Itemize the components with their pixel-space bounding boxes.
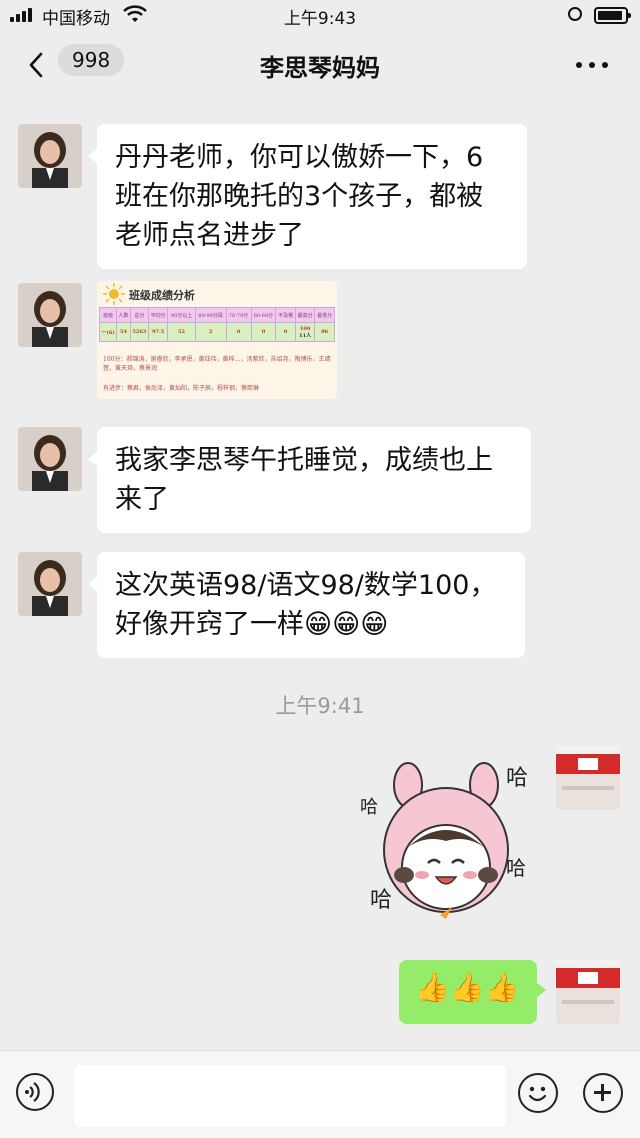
battery-icon (594, 7, 631, 24)
message-bubble[interactable]: 我家李思琴午托睡觉，成绩也上来了 (88, 427, 531, 533)
table-header: 70-79分 (225, 307, 252, 323)
sticker-text: 哈 (506, 766, 528, 791)
table-header: 不及格 (275, 307, 296, 323)
grade-table: 班级 人数 总分 平均分 90分以上 80-90分段 70-79分 60-69分… (98, 307, 335, 342)
avatar[interactable] (18, 124, 82, 188)
own-avatar[interactable] (556, 746, 620, 810)
table-header: 90分以上 (167, 307, 196, 323)
table-header: 60-69分 (250, 307, 277, 323)
reply-bubble[interactable]: 👍👍👍 (399, 960, 546, 1024)
table-cell: 5263 (129, 322, 149, 342)
full-score-list: 100分：郝锦涛，谢睿欣，李承恩，黄钰伟，黄梓…，汤紫欣，苏绍尧，陶博乐，王靖萱… (103, 356, 331, 372)
avatar[interactable] (18, 283, 82, 347)
status-bar: 中国移动 上午9:43 (0, 0, 640, 30)
emoji-button[interactable] (518, 1073, 558, 1113)
row-note: 11人 (299, 332, 312, 339)
table-cell: 0 (275, 322, 296, 342)
input-bar (0, 1050, 640, 1138)
sticker-text: 哈 (506, 856, 526, 880)
sticker-text: 哈 (370, 888, 392, 913)
table-header: 80-90分段 (194, 307, 227, 323)
sun-icon (103, 283, 125, 305)
max-score: 100 (299, 325, 311, 332)
table-header: 平均分 (147, 307, 169, 323)
table-cell: 一(6) (98, 322, 118, 342)
grade-report-image[interactable]: 班级成绩分析 班级 人数 总分 平均分 90分以上 80-90分段 70-79分… (97, 281, 337, 399)
table-cell: 0 (250, 322, 277, 342)
table-cell: 0 (225, 322, 252, 342)
message-bubble[interactable]: 丹丹老师，你可以傲娇一下，6班在你那晚托的3个孩子，都被老师点名进步了 (88, 124, 527, 269)
table-header: 最低分 (314, 307, 335, 323)
table-cell: 52 (167, 322, 196, 342)
own-avatar[interactable] (556, 960, 620, 1024)
sticker-text: 哈 (360, 797, 378, 818)
avatar[interactable] (18, 552, 82, 616)
table-cell: 97.5 (147, 322, 169, 342)
message-input[interactable] (74, 1065, 506, 1127)
rotation-lock-icon (568, 7, 582, 21)
table-cell: 2 (194, 322, 227, 342)
status-time: 上午9:43 (283, 9, 357, 29)
voice-icon (25, 1082, 40, 1102)
message-text: 丹丹老师，你可以傲娇一下，6班在你那晚托的3个孩子，都被老师点名进步了 (115, 142, 484, 251)
message-text: 我家李思琴午托睡觉，成绩也上来了 (115, 445, 493, 515)
table-header: 最高分 (294, 307, 316, 323)
message-timestamp: 上午9:41 (275, 694, 365, 718)
improved-list: 有进步：蔡君，侯尚泽，黄灿阳，陈子辰，程梓钢，蔡熙琳 (103, 385, 260, 392)
voice-input-button[interactable] (16, 1073, 54, 1111)
laughing-sticker[interactable]: 哈 哈 哈 哈 (356, 755, 536, 935)
table-cell: 86 (314, 322, 335, 342)
thumbs-up-icon: 👍👍👍 (415, 971, 520, 1004)
chat-header: 998 李思琴妈妈 (0, 30, 640, 100)
table-header: 人数 (116, 307, 131, 323)
table-header: 总分 (129, 307, 149, 323)
table-cell: 100 11人 (294, 322, 316, 342)
table-header: 班级 (98, 307, 118, 323)
more-options-button[interactable] (572, 52, 612, 76)
table-cell: 54 (116, 322, 131, 342)
avatar[interactable] (18, 427, 82, 491)
more-functions-button[interactable] (583, 1073, 623, 1113)
smiley-icon (528, 1086, 547, 1102)
chat-title: 李思琴妈妈 (260, 54, 380, 82)
report-title: 班级成绩分析 (129, 289, 195, 302)
message-bubble[interactable]: 这次英语98/语文98/数学100，好像开窍了一样😁😁😁 (88, 552, 525, 658)
message-text: 这次英语98/语文98/数学100，好像开窍了一样😁😁😁 (115, 570, 497, 640)
